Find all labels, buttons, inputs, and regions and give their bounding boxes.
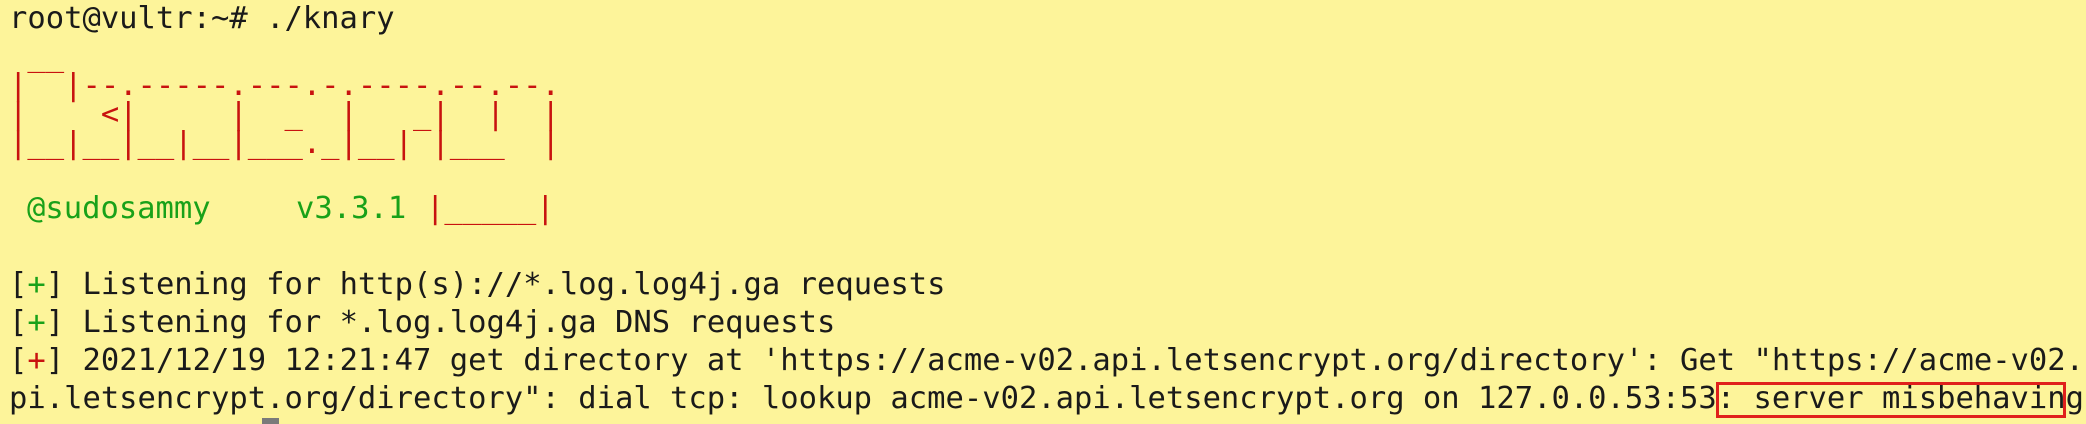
terminal-window[interactable]: root@vultr:~# ./knary __ | |--.-----.---… (0, 0, 2086, 424)
log-line-2: [+] Listening for *.log.log4j.ga DNS req… (9, 305, 836, 340)
terminal-cursor (262, 418, 279, 424)
log-marker: + (27, 305, 46, 340)
log-text: 2021/12/19 12:21:47 get directory at 'ht… (64, 343, 2086, 378)
log-marker: + (27, 267, 46, 302)
version-label: v3.3.1 (296, 191, 407, 226)
log-line-1: [+] Listening for http(s)://*.log.log4j.… (9, 267, 946, 302)
banner-version-line: v3.3.1 (296, 190, 406, 228)
log-marker: + (27, 343, 46, 378)
log-text: Listening for *.log.log4j.ga DNS request… (64, 305, 836, 340)
prompt-command: root@vultr:~# ./knary (9, 1, 395, 36)
log-line-3: [+] 2021/12/19 12:21:47 get directory at… (9, 342, 2086, 380)
author-handle: @sudosammy (27, 191, 211, 226)
banner-author: @sudosammy (27, 190, 211, 228)
banner-art-line-4: |__|__|__|__|___._|__| |___ | (9, 126, 560, 161)
log-text: Listening for http(s)://*.log.log4j.ga r… (64, 267, 946, 302)
error-highlight-box (1716, 382, 2066, 418)
banner-art-tail: |_____| (426, 191, 555, 226)
wrapped-text: pi.letsencrypt.org/directory": dial tcp:… (9, 381, 1754, 416)
